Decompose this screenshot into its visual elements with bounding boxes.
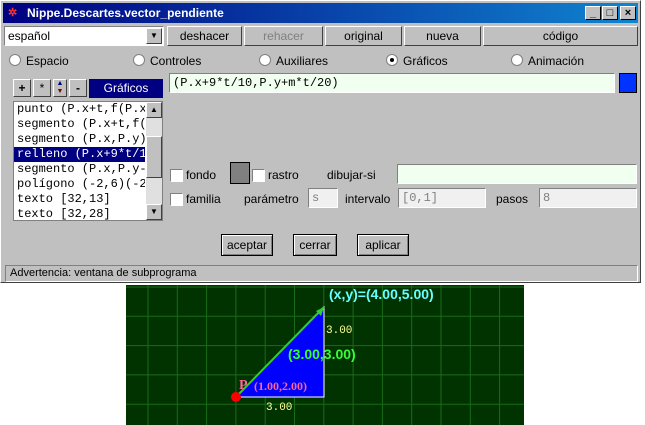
list-item[interactable]: segmento (P.x+t,f( xyxy=(14,117,145,132)
tab-label: Animación xyxy=(528,54,585,68)
coord-label: (x,y)=(4.00,5.00) xyxy=(329,286,434,302)
list-header: Gráficos xyxy=(89,79,163,98)
maximize-button[interactable]: □ xyxy=(602,6,618,20)
scroll-down-icon[interactable]: ▼ xyxy=(146,204,162,220)
rastro-color-swatch[interactable] xyxy=(230,162,250,184)
code-button[interactable]: código xyxy=(483,26,638,46)
dx-label: 3.00 xyxy=(266,402,292,414)
chevron-down-icon[interactable]: ▼ xyxy=(146,28,162,44)
tab-label: Auxiliares xyxy=(276,54,329,68)
editor-window: ✲ Nippe.Descartes.vector_pendiente _ □ ×… xyxy=(0,0,641,283)
radio-selected-icon xyxy=(386,54,398,66)
accept-button[interactable]: aceptar xyxy=(221,234,273,256)
fondo-label: fondo xyxy=(186,168,217,182)
expression-field[interactable]: (P.x+9*t/10,P.y+m*t/20) xyxy=(169,73,615,93)
dy-label: 3.00 xyxy=(326,325,352,337)
list-item[interactable]: segmento (P.x,P.y) xyxy=(14,132,145,147)
canvas-svg: (x,y)=(4.00,5.00) 3.00 (3.00,3.00) P (1.… xyxy=(126,285,524,425)
list-rows: punto (P.x+t,f(P.x segmento (P.x+t,f(segm… xyxy=(14,102,162,220)
arrow-up-icon: ▲ xyxy=(56,80,64,87)
list-item[interactable]: polígono (-2,6)(-2 xyxy=(14,177,145,192)
point-p[interactable] xyxy=(231,392,241,402)
close-button[interactable]: × xyxy=(620,6,636,20)
tab-espacio[interactable]: Espacio xyxy=(9,54,69,68)
status-bar: Advertencia: ventana de subprograma xyxy=(5,265,638,282)
familia-checkbox[interactable] xyxy=(170,193,183,206)
tab-auxiliares[interactable]: Auxiliares xyxy=(259,54,328,68)
redo-button[interactable]: rehacer xyxy=(244,26,323,46)
tab-animacion[interactable]: Animación xyxy=(511,54,584,68)
scroll-thumb[interactable] xyxy=(146,136,162,178)
dibujar-si-input[interactable] xyxy=(397,164,637,184)
new-button[interactable]: nueva xyxy=(404,26,481,46)
parametro-label: parámetro xyxy=(244,192,299,206)
close-dialog-button[interactable]: cerrar xyxy=(293,234,337,256)
remove-item-button[interactable]: - xyxy=(69,79,87,97)
intervalo-label: intervalo xyxy=(345,192,391,206)
radio-icon xyxy=(259,54,271,66)
descartes-canvas[interactable]: (x,y)=(4.00,5.00) 3.00 (3.00,3.00) P (1.… xyxy=(126,285,524,425)
color-swatch[interactable] xyxy=(619,73,637,93)
add-item-button[interactable]: + xyxy=(13,79,31,97)
language-value: español xyxy=(8,29,51,43)
scroll-up-icon[interactable]: ▲ xyxy=(146,102,162,118)
window-title: Nippe.Descartes.vector_pendiente xyxy=(27,6,224,20)
parametro-input[interactable]: s xyxy=(308,188,338,208)
pasos-label: pasos xyxy=(496,192,529,206)
point-coord-label: (1.00,2.00) xyxy=(254,379,307,393)
list-scrollbar[interactable]: ▲ ▼ xyxy=(146,102,162,220)
radio-icon xyxy=(133,54,145,66)
language-select[interactable]: español ▼ xyxy=(4,26,164,46)
rastro-checkbox[interactable] xyxy=(252,169,265,182)
radio-icon xyxy=(9,54,21,66)
list-item[interactable]: texto [32,13] xyxy=(14,192,145,207)
title-bar[interactable]: ✲ Nippe.Descartes.vector_pendiente _ □ × xyxy=(3,3,638,23)
familia-label: familia xyxy=(186,192,221,206)
tab-graficos[interactable]: Gráficos xyxy=(386,54,448,68)
graphics-list[interactable]: punto (P.x+t,f(P.x segmento (P.x+t,f(segm… xyxy=(13,101,163,221)
fondo-checkbox[interactable] xyxy=(170,169,183,182)
arrow-down-icon: ▼ xyxy=(56,88,64,95)
list-item[interactable]: texto [32,28] xyxy=(14,207,145,220)
move-up-down-button[interactable]: ▲ ▼ xyxy=(53,79,67,97)
tab-label: Controles xyxy=(150,54,202,68)
intervalo-input[interactable]: [0,1] xyxy=(398,188,486,208)
radio-icon xyxy=(511,54,523,66)
tab-label: Gráficos xyxy=(403,54,448,68)
duplicate-item-button[interactable]: * xyxy=(33,79,51,97)
point-name-label: P xyxy=(239,378,248,393)
tab-controles[interactable]: Controles xyxy=(133,54,201,68)
list-item[interactable]: relleno (P.x+9*t/1 xyxy=(14,147,145,162)
dibujar-si-label: dibujar-si xyxy=(327,168,376,182)
pasos-input[interactable]: 8 xyxy=(539,188,637,208)
list-item[interactable]: segmento (P.x,P.y- xyxy=(14,162,145,177)
tab-label: Espacio xyxy=(26,54,69,68)
minimize-button[interactable]: _ xyxy=(585,6,601,20)
list-item[interactable]: punto (P.x+t,f(P.x xyxy=(14,102,145,117)
descartes-app-icon: ✲ xyxy=(8,7,18,19)
apply-button[interactable]: aplicar xyxy=(357,234,409,256)
vector-label: (3.00,3.00) xyxy=(288,346,356,362)
undo-button[interactable]: deshacer xyxy=(167,26,242,46)
rastro-label: rastro xyxy=(268,168,299,182)
original-button[interactable]: original xyxy=(325,26,402,46)
